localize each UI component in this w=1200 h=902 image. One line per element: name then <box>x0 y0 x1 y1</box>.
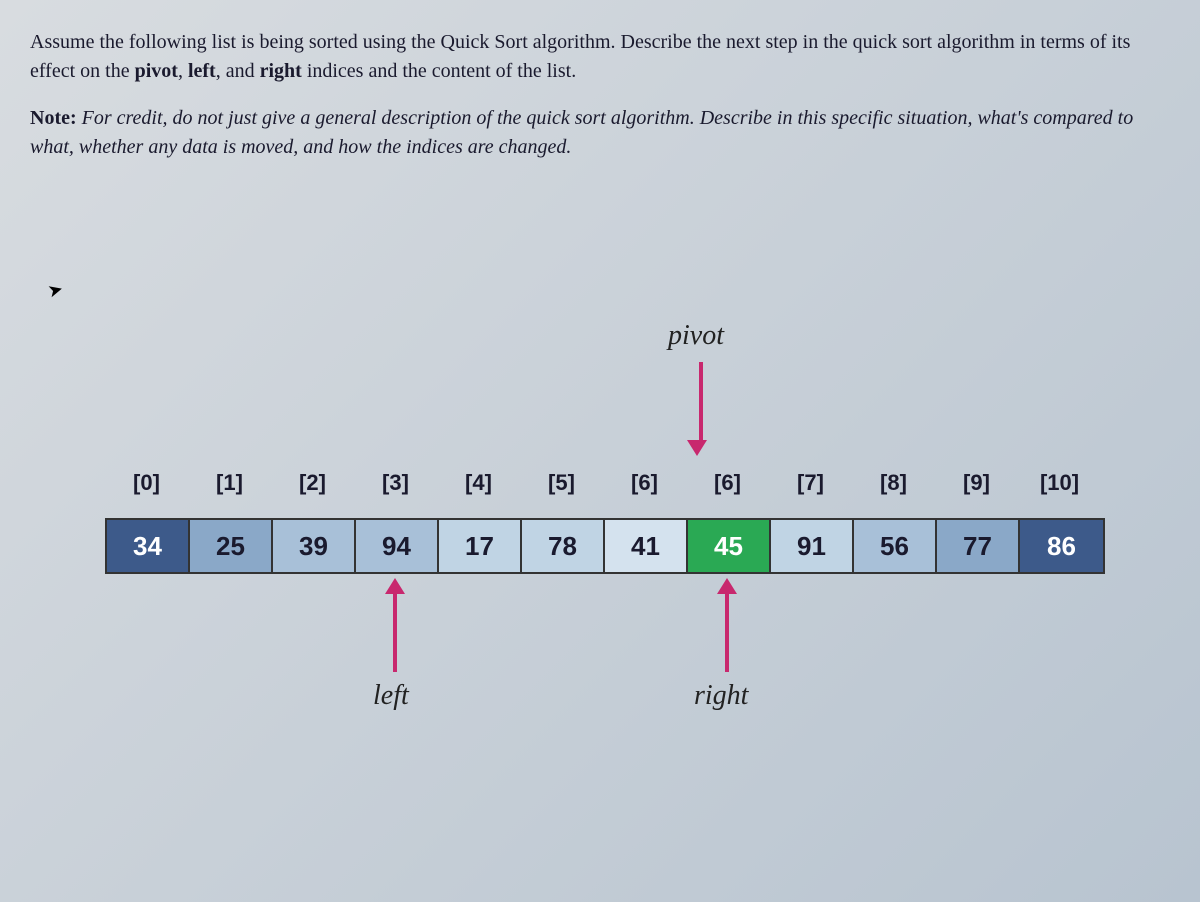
value-cell: 94 <box>356 520 439 572</box>
index-cell: [3] <box>354 470 437 496</box>
value-row: 34 25 39 94 17 78 41 45 91 56 77 86 <box>105 518 1105 574</box>
index-cell: [5] <box>520 470 603 496</box>
value-cell: 77 <box>937 520 1020 572</box>
question-mid2: , and <box>216 60 260 82</box>
question-text: Assume the following list is being sorte… <box>30 28 1170 86</box>
left-word: left <box>188 60 216 82</box>
index-cell: [0] <box>105 470 188 496</box>
index-cell: [6] <box>686 470 769 496</box>
value-cell: 41 <box>605 520 688 572</box>
value-cell: 25 <box>190 520 273 572</box>
value-cell-pivot: 45 <box>688 520 771 572</box>
index-cell: [7] <box>769 470 852 496</box>
right-word: right <box>260 60 302 82</box>
index-row: [0] [1] [2] [3] [4] [5] [6] [6] [7] [8] … <box>105 470 1101 496</box>
index-cell: [10] <box>1018 470 1101 496</box>
left-arrow-icon <box>393 578 405 672</box>
index-cell: [2] <box>271 470 354 496</box>
right-arrow-icon <box>725 578 737 672</box>
note-body: For credit, do not just give a general d… <box>30 107 1133 158</box>
cursor-icon: ➤ <box>46 278 66 302</box>
value-cell: 56 <box>854 520 937 572</box>
index-cell: [6] <box>603 470 686 496</box>
pivot-label: pivot <box>668 320 724 352</box>
question-mid1: , <box>178 60 188 82</box>
value-cell: 78 <box>522 520 605 572</box>
value-cell: 91 <box>771 520 854 572</box>
value-cell: 17 <box>439 520 522 572</box>
index-cell: [9] <box>935 470 1018 496</box>
index-cell: [4] <box>437 470 520 496</box>
value-cell: 86 <box>1020 520 1103 572</box>
left-label: left <box>373 680 409 712</box>
pivot-word: pivot <box>135 60 178 82</box>
index-cell: [1] <box>188 470 271 496</box>
pivot-arrow-icon <box>695 362 707 456</box>
question-post: indices and the content of the list. <box>302 60 576 82</box>
note-text: Note: For credit, do not just give a gen… <box>30 104 1170 162</box>
right-label: right <box>694 680 748 712</box>
note-label: Note: <box>30 107 77 129</box>
value-cell: 34 <box>107 520 190 572</box>
index-cell: [8] <box>852 470 935 496</box>
value-cell: 39 <box>273 520 356 572</box>
